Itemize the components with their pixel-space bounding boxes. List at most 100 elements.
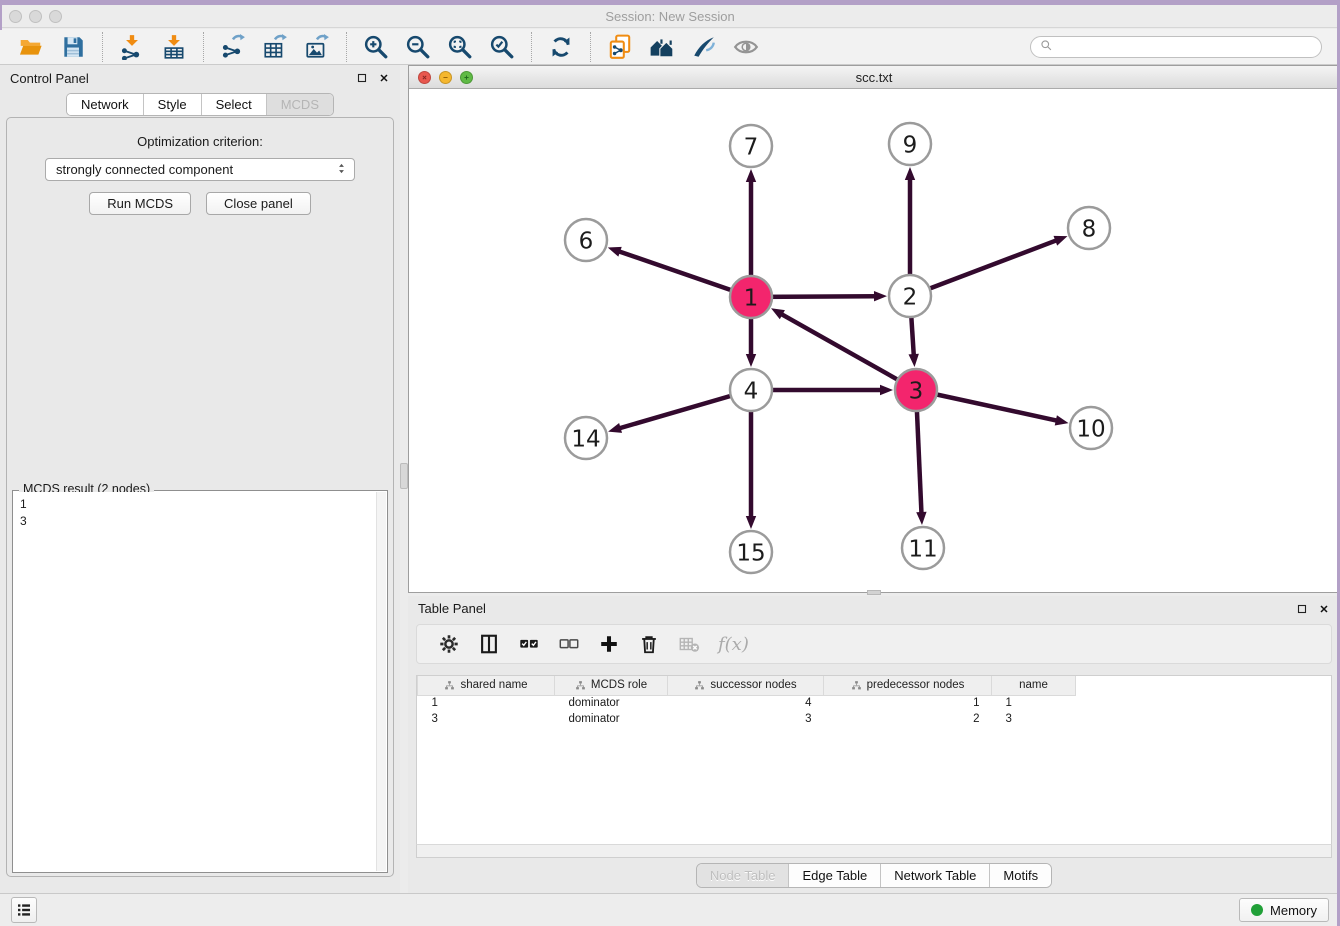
import-network-icon[interactable] [117, 32, 147, 62]
network-window-close-button[interactable] [418, 71, 431, 84]
tab-style[interactable]: Style [144, 94, 202, 115]
network-window-zoom-button[interactable] [460, 71, 473, 84]
network-view-window: scc.txt 7968124314101511 [408, 65, 1340, 593]
refresh-layout-icon[interactable] [546, 32, 576, 62]
app-close-button[interactable] [9, 10, 22, 23]
column-header-shared-name[interactable]: shared name [418, 676, 555, 695]
stepper-icon [335, 160, 348, 180]
splitter-grip[interactable] [400, 463, 408, 489]
search-icon [1039, 38, 1054, 56]
node-label-11: 11 [908, 536, 937, 562]
import-table-icon[interactable] [159, 32, 189, 62]
first-neighbors-icon[interactable] [647, 32, 677, 62]
tab-network-table[interactable]: Network Table [881, 864, 990, 887]
network-window-titlebar[interactable]: scc.txt [409, 66, 1339, 89]
save-session-icon[interactable] [58, 32, 88, 62]
app-traffic-lights [9, 10, 62, 23]
deselect-all-icon[interactable] [554, 629, 584, 659]
copy-network-icon[interactable] [605, 32, 635, 62]
arrowhead [874, 291, 887, 301]
status-bar: Memory [0, 893, 1340, 926]
zoom-out-icon[interactable] [403, 32, 433, 62]
tab-mcds[interactable]: MCDS [267, 94, 333, 115]
export-table-icon[interactable] [260, 32, 290, 62]
app-minimize-button[interactable] [29, 10, 42, 23]
float-panel-icon[interactable] [355, 72, 368, 85]
resize-grip[interactable] [867, 590, 881, 595]
cell[interactable]: 3 [992, 711, 1076, 727]
cell[interactable]: 1 [824, 695, 992, 711]
column-header-successor-nodes[interactable]: successor nodes [668, 676, 824, 695]
zoom-selected-icon[interactable] [487, 32, 517, 62]
float-table-panel-icon[interactable] [1295, 602, 1308, 615]
cell[interactable]: 1 [418, 695, 555, 711]
edge-2-8[interactable] [910, 240, 1057, 296]
network-window-minimize-button[interactable] [439, 71, 452, 84]
add-column-icon[interactable] [594, 629, 624, 659]
optimization-criterion-label: Optimization criterion: [7, 134, 393, 149]
table-row[interactable]: 1dominator411 [418, 695, 1332, 711]
arrowhead [771, 308, 785, 319]
edge-3-1[interactable] [781, 314, 916, 390]
column-header-MCDS-role[interactable]: MCDS role [555, 676, 668, 695]
cell[interactable]: 2 [824, 711, 992, 727]
memory-status-dot [1251, 904, 1263, 916]
arrowhead [746, 169, 756, 182]
network-canvas[interactable]: 7968124314101511 [409, 89, 1338, 592]
tab-select[interactable]: Select [202, 94, 267, 115]
node-table: shared nameMCDS rolesuccessor nodesprede… [416, 675, 1332, 858]
memory-button[interactable]: Memory [1239, 898, 1329, 922]
task-history-button[interactable] [11, 897, 37, 923]
column-header-predecessor-nodes[interactable]: predecessor nodes [824, 676, 992, 695]
node-label-3: 3 [909, 378, 924, 404]
tab-edge-table[interactable]: Edge Table [789, 864, 881, 887]
table-hscrollbar[interactable] [416, 844, 1332, 858]
optimization-criterion-select[interactable]: strongly connected component [45, 158, 355, 181]
tab-network[interactable]: Network [67, 94, 144, 115]
open-session-icon[interactable] [16, 32, 46, 62]
column-visibility-icon[interactable] [474, 629, 504, 659]
cell[interactable]: 3 [668, 711, 824, 727]
style-brush-icon[interactable] [689, 32, 719, 62]
arrowhead [905, 167, 915, 180]
cell[interactable]: 3 [418, 711, 555, 727]
export-image-icon[interactable] [302, 32, 332, 62]
toolbar-separator [203, 32, 204, 62]
cell[interactable]: 1 [992, 695, 1076, 711]
export-network-icon[interactable] [218, 32, 248, 62]
run-mcds-button[interactable]: Run MCDS [89, 192, 191, 215]
tab-node-table[interactable]: Node Table [697, 864, 790, 887]
node-label-7: 7 [744, 134, 759, 160]
zoom-in-icon[interactable] [361, 32, 391, 62]
node-label-14: 14 [571, 426, 600, 452]
app-zoom-button[interactable] [49, 10, 62, 23]
cell-filler [1076, 711, 1332, 727]
mcds-result-values[interactable]: 13 [14, 492, 376, 871]
network-window-title: scc.txt [409, 70, 1339, 85]
table-toolbar: f(x) [416, 624, 1332, 664]
arrowhead [1055, 415, 1069, 425]
close-table-panel-icon[interactable] [1317, 602, 1330, 615]
table-row[interactable]: 3dominator323 [418, 711, 1332, 727]
arrowhead [746, 516, 756, 529]
zoom-fit-icon[interactable] [445, 32, 475, 62]
node-label-2: 2 [903, 284, 918, 310]
select-all-icon[interactable] [514, 629, 544, 659]
arrowhead [909, 354, 919, 367]
app-titlebar: Session: New Session [0, 5, 1340, 28]
column-header-name[interactable]: name [992, 676, 1076, 695]
cell[interactable]: dominator [555, 695, 668, 711]
search-input[interactable] [1058, 40, 1313, 54]
cell[interactable]: 4 [668, 695, 824, 711]
delete-column-icon[interactable] [634, 629, 664, 659]
cell[interactable]: dominator [555, 711, 668, 727]
search-box[interactable] [1030, 36, 1322, 58]
node-label-10: 10 [1076, 416, 1105, 442]
window-frame-left [0, 0, 2, 30]
close-panel-button[interactable]: Close panel [206, 192, 311, 215]
tab-motifs[interactable]: Motifs [990, 864, 1051, 887]
close-panel-icon[interactable] [377, 72, 390, 85]
node-label-8: 8 [1082, 216, 1097, 242]
result-scrollbar[interactable] [376, 492, 386, 871]
table-settings-icon[interactable] [434, 629, 464, 659]
